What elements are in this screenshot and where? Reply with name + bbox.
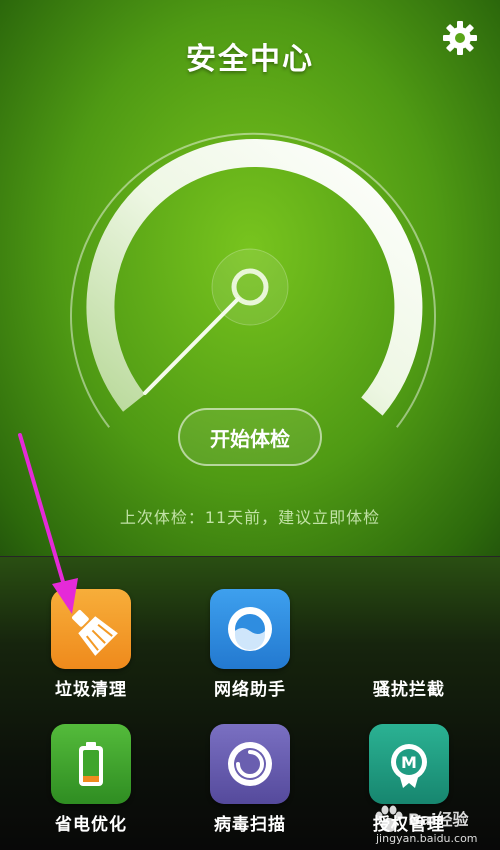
- tool-network-assistant[interactable]: 网络助手: [185, 589, 315, 700]
- watermark-url: jingyan.baidu.com: [376, 832, 478, 845]
- harassment-block-icon: [369, 589, 449, 669]
- tool-junk-clean[interactable]: 垃圾清理: [26, 589, 156, 700]
- virus-scan-icon: [210, 724, 290, 804]
- last-check-status: 上次体检：11天前，建议立即体检: [119, 508, 381, 527]
- network-icon: [210, 589, 290, 669]
- baidu-watermark: Bai经验 jingyan.baidu.com: [372, 802, 494, 846]
- tool-label: 省电优化: [55, 815, 127, 835]
- tool-label: 垃圾清理: [55, 680, 127, 700]
- page-title: 安全中心: [186, 42, 314, 77]
- gauge-needle: [143, 297, 240, 395]
- gear-icon[interactable]: [440, 18, 480, 58]
- broom-icon: [51, 589, 131, 669]
- svg-text:M: M: [401, 753, 417, 772]
- tool-label: 骚扰拦截: [373, 680, 445, 700]
- permission-icon: M: [369, 724, 449, 804]
- health-gauge: [70, 132, 436, 428]
- tool-virus-scan[interactable]: 病毒扫描: [185, 724, 315, 835]
- security-center-screen: 安全中心 开始体检 上次体检：11天前，建议立即体检 垃圾清理 网络助手 骚扰拦…: [0, 0, 500, 850]
- watermark-text: Bai经验: [408, 810, 469, 829]
- paw-icon: [375, 805, 403, 832]
- battery-icon: [51, 724, 131, 804]
- tool-label: 病毒扫描: [214, 815, 286, 835]
- tool-label: 网络助手: [214, 680, 286, 700]
- tool-power-saving[interactable]: 省电优化: [26, 724, 156, 835]
- tool-harassment-block[interactable]: 骚扰拦截: [344, 589, 474, 700]
- start-checkup-button[interactable]: 开始体检: [178, 408, 322, 466]
